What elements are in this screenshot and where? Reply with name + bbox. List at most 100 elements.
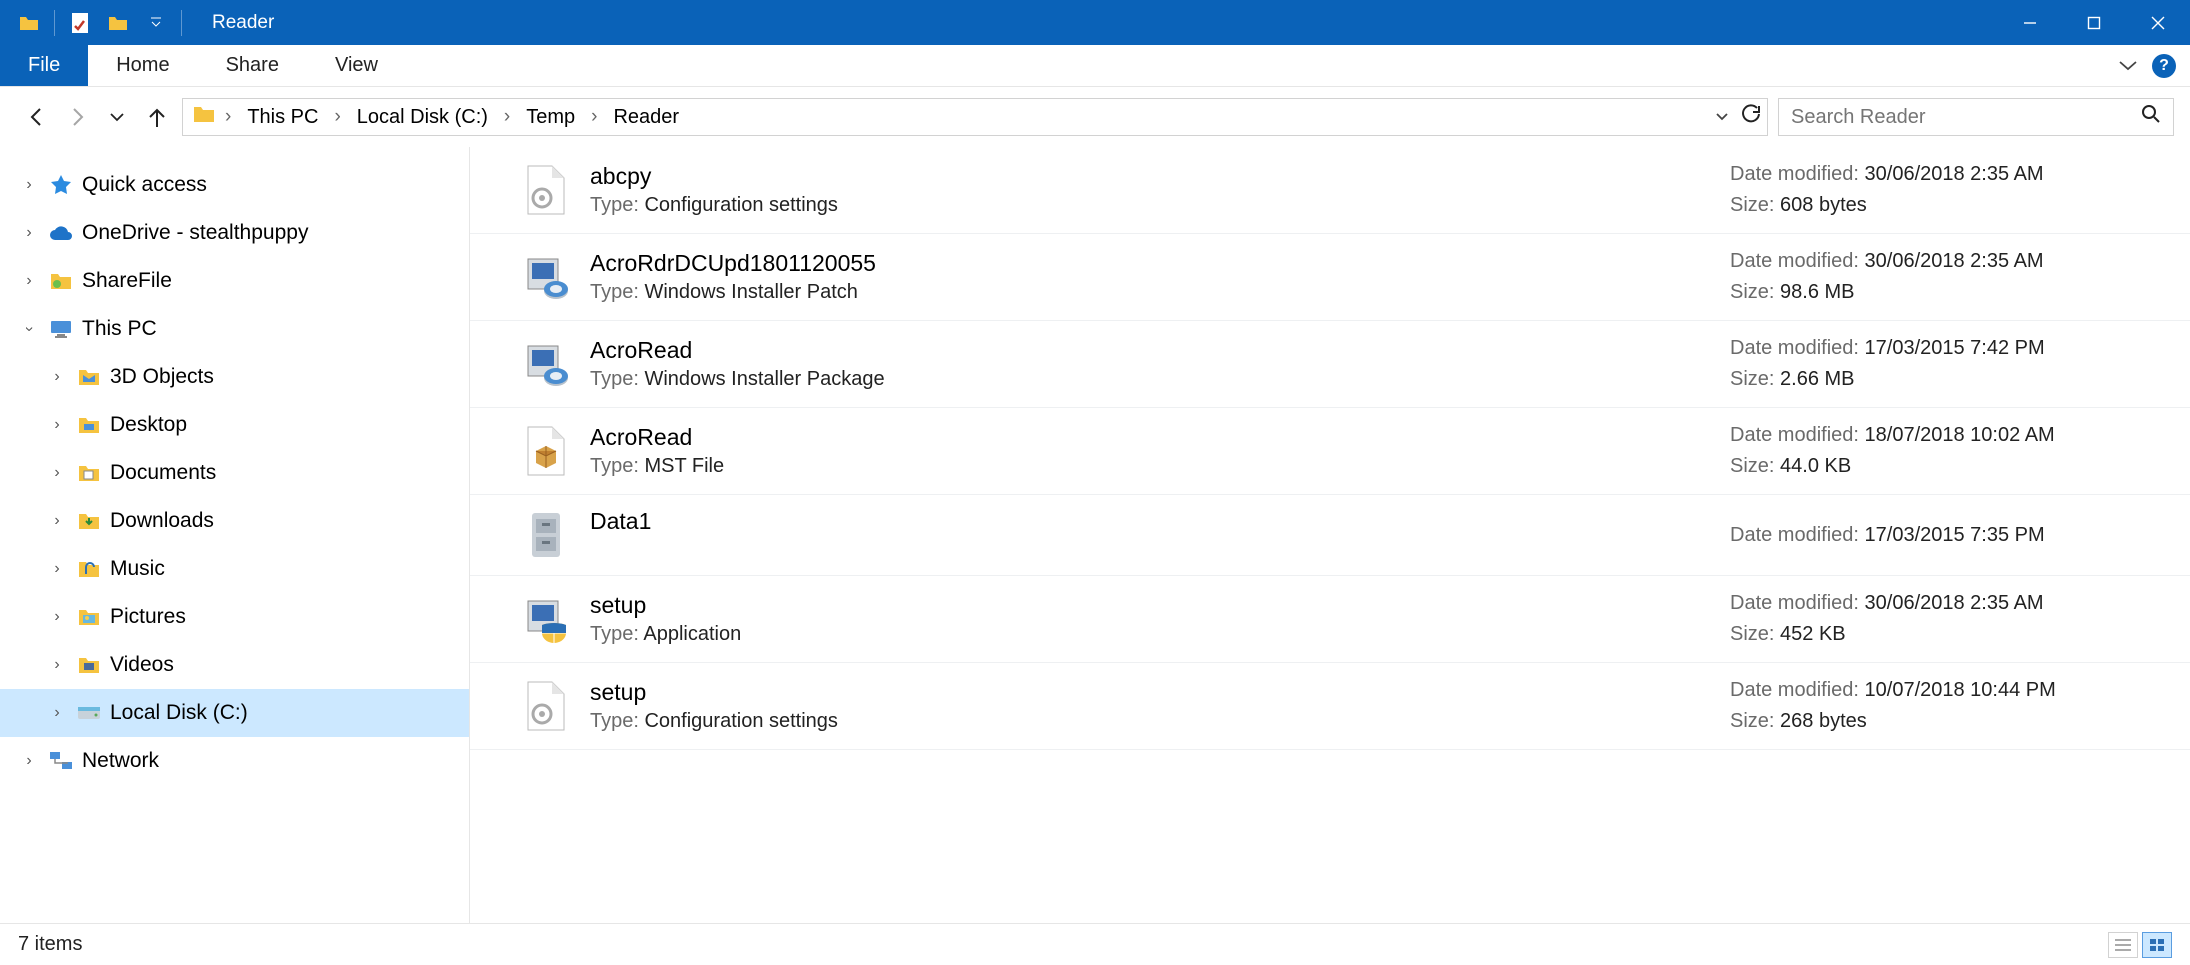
- ribbon: File Home Share View ?: [0, 45, 2190, 87]
- file-list[interactable]: abcpy Type: Configuration settings Date …: [470, 147, 2190, 923]
- status-bar: 7 items: [0, 923, 2190, 965]
- file-meta: Date modified: 30/06/2018 2:35 AM Size: …: [1730, 588, 2170, 650]
- tab-share[interactable]: Share: [198, 45, 307, 86]
- file-row[interactable]: setup Type: Configuration settings Date …: [470, 663, 2190, 750]
- navigation-pane: › Quick access › OneDrive - stealthpuppy…: [0, 147, 470, 923]
- view-details-button[interactable]: [2108, 932, 2138, 958]
- nav-item-label: Quick access: [82, 173, 207, 197]
- cloud-icon: [48, 220, 74, 246]
- chevron-right-icon[interactable]: ›: [330, 106, 344, 128]
- chevron-down-icon[interactable]: ›: [20, 318, 38, 340]
- tab-home[interactable]: Home: [88, 45, 197, 86]
- window-title: Reader: [212, 12, 274, 34]
- nav-up-button[interactable]: [142, 102, 172, 132]
- chevron-right-icon[interactable]: ›: [18, 176, 40, 194]
- new-folder-icon[interactable]: [107, 12, 129, 34]
- nav-subitem[interactable]: › Desktop: [0, 401, 469, 449]
- address-bar[interactable]: › This PC › Local Disk (C:) › Temp › Rea…: [182, 98, 1768, 136]
- nav-sharefile[interactable]: › ShareFile: [0, 257, 469, 305]
- nav-subitem[interactable]: › Pictures: [0, 593, 469, 641]
- qat-dropdown-icon[interactable]: [145, 12, 167, 34]
- chevron-right-icon[interactable]: ›: [18, 224, 40, 242]
- nav-item-label: Downloads: [110, 509, 214, 533]
- folder-icon: [76, 460, 102, 486]
- nav-item-label: This PC: [82, 317, 157, 341]
- nav-subitem[interactable]: › Music: [0, 545, 469, 593]
- ribbon-expand-icon[interactable]: [2118, 55, 2138, 77]
- file-row[interactable]: AcroRdrDCUpd1801120055 Type: Windows Ins…: [470, 234, 2190, 321]
- file-name: setup: [590, 679, 1730, 706]
- breadcrumb-drive[interactable]: Local Disk (C:): [351, 104, 494, 131]
- chevron-right-icon[interactable]: ›: [587, 106, 601, 128]
- nav-item-label: Documents: [110, 461, 216, 485]
- chevron-right-icon[interactable]: ›: [46, 608, 68, 626]
- file-icon: [518, 336, 574, 392]
- breadcrumb-temp[interactable]: Temp: [520, 104, 581, 131]
- nav-item-label: Videos: [110, 653, 174, 677]
- tab-file[interactable]: File: [0, 45, 88, 86]
- address-toolbar: › This PC › Local Disk (C:) › Temp › Rea…: [0, 87, 2190, 147]
- folder-icon: [76, 652, 102, 678]
- folder-icon: [76, 556, 102, 582]
- sharefile-icon: [48, 268, 74, 294]
- folder-icon: [193, 104, 215, 130]
- file-meta: Date modified: 18/07/2018 10:02 AM Size:…: [1730, 420, 2170, 482]
- chevron-right-icon[interactable]: ›: [18, 752, 40, 770]
- nav-subitem[interactable]: › Videos: [0, 641, 469, 689]
- chevron-right-icon[interactable]: ›: [46, 368, 68, 386]
- nav-network[interactable]: › Network: [0, 737, 469, 785]
- file-icon: [518, 591, 574, 647]
- breadcrumb-reader[interactable]: Reader: [607, 104, 685, 131]
- file-row[interactable]: setup Type: Application Date modified: 3…: [470, 576, 2190, 663]
- properties-icon[interactable]: [69, 12, 91, 34]
- window-controls: [1998, 0, 2190, 45]
- nav-forward-button[interactable]: [62, 102, 92, 132]
- nav-quick-access[interactable]: › Quick access: [0, 161, 469, 209]
- minimize-button[interactable]: [1998, 0, 2062, 45]
- tab-view[interactable]: View: [307, 45, 406, 86]
- chevron-right-icon[interactable]: ›: [46, 704, 68, 722]
- folder-icon: [76, 604, 102, 630]
- chevron-right-icon[interactable]: ›: [46, 656, 68, 674]
- search-input[interactable]: [1791, 106, 2141, 129]
- refresh-icon[interactable]: [1741, 104, 1761, 130]
- chevron-right-icon[interactable]: ›: [46, 464, 68, 482]
- nav-item-label: Pictures: [110, 605, 186, 629]
- chevron-right-icon[interactable]: ›: [500, 106, 514, 128]
- chevron-right-icon[interactable]: ›: [18, 272, 40, 290]
- file-icon: [518, 423, 574, 479]
- file-row[interactable]: AcroRead Type: Windows Installer Package…: [470, 321, 2190, 408]
- nav-back-button[interactable]: [22, 102, 52, 132]
- breadcrumb-thispc[interactable]: This PC: [241, 104, 324, 131]
- nav-subitem[interactable]: › Downloads: [0, 497, 469, 545]
- view-tiles-button[interactable]: [2142, 932, 2172, 958]
- file-meta: Date modified: 30/06/2018 2:35 AM Size: …: [1730, 159, 2170, 221]
- chevron-right-icon[interactable]: ›: [46, 416, 68, 434]
- nav-item-label: OneDrive - stealthpuppy: [82, 221, 308, 245]
- item-count: 7 items: [18, 933, 82, 956]
- nav-subitem[interactable]: › Local Disk (C:): [0, 689, 469, 737]
- file-meta: Date modified: 17/03/2015 7:42 PM Size: …: [1730, 333, 2170, 395]
- maximize-button[interactable]: [2062, 0, 2126, 45]
- search-box[interactable]: [1778, 98, 2174, 136]
- file-icon: [518, 678, 574, 734]
- nav-subitem[interactable]: › Documents: [0, 449, 469, 497]
- file-meta: Date modified: 17/03/2015 7:35 PM: [1730, 520, 2170, 551]
- nav-thispc[interactable]: › This PC: [0, 305, 469, 353]
- close-button[interactable]: [2126, 0, 2190, 45]
- file-row[interactable]: Data1 Date modified: 17/03/2015 7:35 PM: [470, 495, 2190, 576]
- address-dropdown-icon[interactable]: [1715, 106, 1729, 128]
- nav-item-label: Network: [82, 749, 159, 773]
- nav-onedrive[interactable]: › OneDrive - stealthpuppy: [0, 209, 469, 257]
- file-row[interactable]: AcroRead Type: MST File Date modified: 1…: [470, 408, 2190, 495]
- file-name: abcpy: [590, 163, 1730, 190]
- chevron-right-icon[interactable]: ›: [46, 560, 68, 578]
- file-row[interactable]: abcpy Type: Configuration settings Date …: [470, 147, 2190, 234]
- help-icon[interactable]: ?: [2152, 54, 2176, 78]
- nav-subitem[interactable]: › 3D Objects: [0, 353, 469, 401]
- chevron-right-icon[interactable]: ›: [46, 512, 68, 530]
- nav-recent-dropdown[interactable]: [102, 102, 132, 132]
- search-icon[interactable]: [2141, 104, 2161, 130]
- nav-item-label: ShareFile: [82, 269, 172, 293]
- chevron-right-icon[interactable]: ›: [221, 106, 235, 128]
